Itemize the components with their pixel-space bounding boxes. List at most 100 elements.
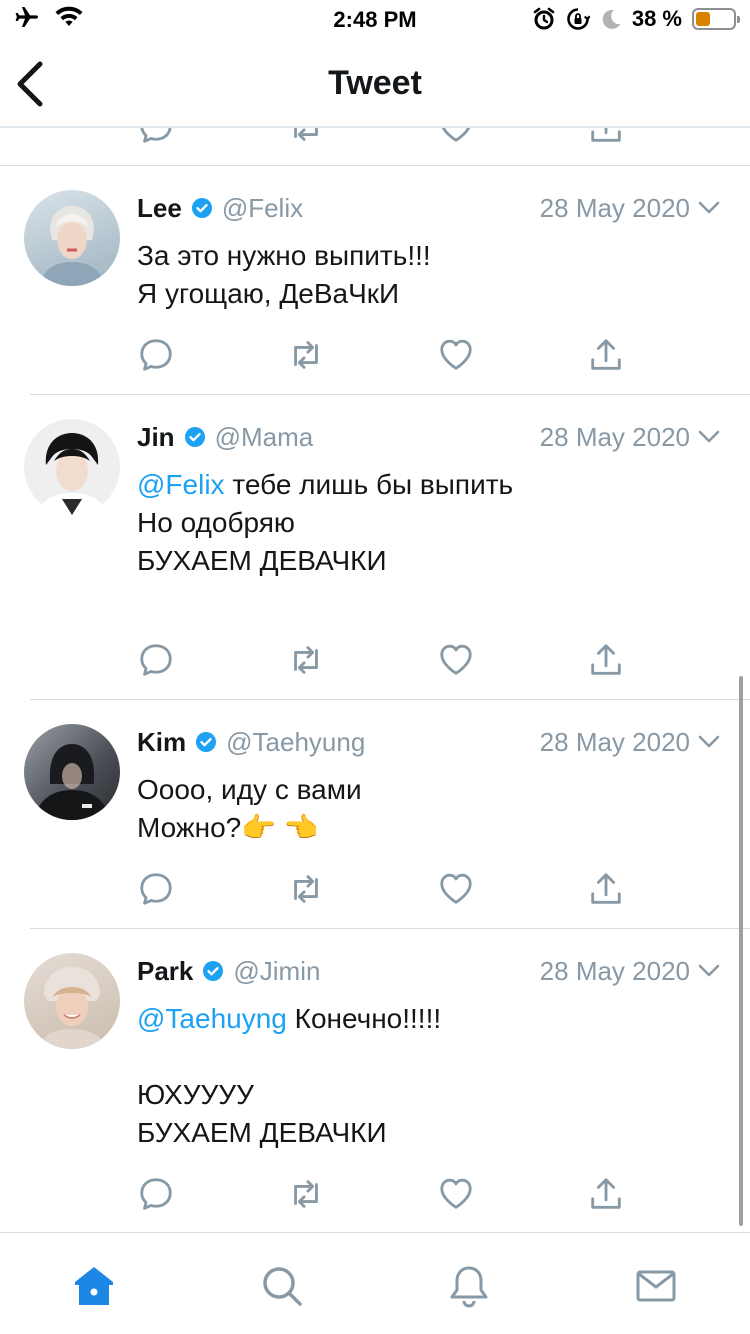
author-name[interactable]: Park bbox=[137, 956, 193, 987]
share-button[interactable] bbox=[587, 336, 627, 376]
bell-icon bbox=[450, 1266, 488, 1308]
previous-tweet-actions bbox=[0, 128, 750, 166]
share-icon bbox=[591, 1178, 621, 1209]
tweet-date: 28 May 2020 bbox=[539, 955, 690, 986]
share-icon bbox=[591, 339, 621, 370]
verified-badge-icon bbox=[203, 961, 224, 981]
tweet-header: Jin @Mama 28 May 2020 bbox=[137, 421, 722, 453]
author-name[interactable]: Jin bbox=[137, 422, 175, 453]
tweet-text: Оооо, иду с вами Можно?👉 👈 bbox=[137, 771, 720, 847]
like-button[interactable] bbox=[437, 128, 477, 148]
retweet-icon bbox=[294, 128, 318, 141]
share-button[interactable] bbox=[587, 641, 627, 681]
alarm-icon bbox=[533, 7, 555, 30]
tweet-text: @Taehuyng Конечно!!!!! ЮХУУУУ БУХАЕМ ДЕВ… bbox=[137, 1000, 720, 1152]
retweet-button[interactable] bbox=[287, 336, 327, 376]
mention-link[interactable]: @Felix bbox=[137, 469, 225, 500]
avatar-image bbox=[38, 967, 106, 1049]
retweet-button[interactable] bbox=[287, 1175, 327, 1215]
tweet-date: 28 May 2020 bbox=[539, 421, 690, 452]
heart-icon bbox=[441, 128, 471, 142]
tweet[interactable]: Kim @Taehyung 28 May 2020 Оооо, иду с ва… bbox=[0, 700, 750, 929]
scroll-indicator[interactable] bbox=[739, 676, 743, 1226]
tweet-date: 28 May 2020 bbox=[539, 726, 690, 757]
tweet-actions bbox=[137, 870, 637, 910]
heart-icon bbox=[440, 644, 472, 675]
avatar-image bbox=[40, 206, 104, 286]
verified-badge-icon bbox=[196, 732, 217, 752]
tweet[interactable]: Park @Jimin 28 May 2020 @Taehuyng Конечн… bbox=[0, 929, 750, 1232]
like-button[interactable] bbox=[437, 336, 477, 376]
tab-bar bbox=[0, 1232, 750, 1334]
reply-icon bbox=[140, 339, 172, 371]
retweet-icon bbox=[294, 341, 318, 369]
tweet-actions bbox=[137, 641, 637, 681]
share-icon bbox=[591, 644, 621, 675]
search-icon bbox=[263, 1267, 302, 1306]
share-icon bbox=[591, 128, 621, 142]
avatar-image bbox=[24, 419, 120, 515]
chevron-down-icon[interactable] bbox=[696, 424, 722, 450]
share-button[interactable] bbox=[587, 128, 627, 148]
reply-icon bbox=[140, 1178, 172, 1210]
home-icon bbox=[75, 1267, 113, 1305]
verified-badge-icon bbox=[191, 198, 212, 218]
tweet-text: @Felix тебе лишь бы выпить Но одобряю БУ… bbox=[137, 466, 720, 580]
reply-button[interactable] bbox=[137, 1175, 177, 1215]
reply-icon bbox=[140, 128, 172, 143]
reply-button[interactable] bbox=[137, 336, 177, 376]
mail-icon bbox=[636, 1270, 676, 1302]
reply-icon bbox=[140, 644, 172, 676]
tab-notifications[interactable] bbox=[446, 1263, 492, 1309]
author-handle[interactable]: @Mama bbox=[215, 422, 314, 453]
avatar[interactable] bbox=[24, 419, 120, 515]
mention-link[interactable]: @Taehuyng bbox=[137, 1003, 287, 1034]
avatar[interactable] bbox=[24, 953, 120, 1049]
tweet-text: За это нужно выпить!!! Я угощаю, ДеВаЧкИ bbox=[137, 237, 720, 313]
reply-button[interactable] bbox=[137, 128, 177, 148]
author-name[interactable]: Kim bbox=[137, 727, 186, 758]
status-right: 38 % bbox=[532, 6, 740, 32]
moon-icon bbox=[602, 9, 621, 29]
battery-percent: 38 % bbox=[631, 6, 682, 31]
retweet-icon bbox=[294, 646, 318, 674]
tweet-date: 28 May 2020 bbox=[539, 192, 690, 223]
like-button[interactable] bbox=[437, 1175, 477, 1215]
retweet-icon bbox=[294, 875, 318, 903]
author-handle[interactable]: @Felix bbox=[222, 193, 303, 224]
share-button[interactable] bbox=[587, 1175, 627, 1215]
tab-messages[interactable] bbox=[633, 1263, 679, 1309]
tab-home[interactable] bbox=[71, 1263, 117, 1309]
avatar[interactable] bbox=[24, 190, 120, 286]
author-handle[interactable]: @Jimin bbox=[233, 956, 320, 987]
tweet-actions bbox=[137, 1175, 637, 1215]
chevron-down-icon[interactable] bbox=[696, 729, 722, 755]
tab-search[interactable] bbox=[259, 1263, 305, 1309]
battery-level bbox=[696, 12, 710, 26]
author-handle[interactable]: @Taehyung bbox=[226, 727, 365, 758]
reply-icon bbox=[140, 873, 172, 905]
nav-bar: Tweet bbox=[0, 40, 750, 128]
retweet-button[interactable] bbox=[287, 641, 327, 681]
orientation-lock-icon bbox=[567, 8, 590, 30]
avatar[interactable] bbox=[24, 724, 120, 820]
chevron-down-icon[interactable] bbox=[696, 195, 722, 221]
author-name[interactable]: Lee bbox=[137, 193, 182, 224]
tweet-header: Lee @Felix 28 May 2020 bbox=[137, 192, 722, 224]
reply-button[interactable] bbox=[137, 870, 177, 910]
verified-badge-icon bbox=[184, 427, 205, 447]
share-icon bbox=[591, 873, 621, 904]
like-button[interactable] bbox=[437, 641, 477, 681]
tweet[interactable]: Lee @Felix 28 May 2020 За это нужно выпи… bbox=[0, 166, 750, 395]
heart-icon bbox=[440, 339, 472, 370]
retweet-button[interactable] bbox=[287, 870, 327, 910]
heart-icon bbox=[440, 1178, 472, 1209]
tweet-header: Park @Jimin 28 May 2020 bbox=[137, 955, 722, 987]
page-title: Tweet bbox=[328, 64, 422, 102]
tweet[interactable]: Jin @Mama 28 May 2020 @Felix тебе лишь б… bbox=[0, 395, 750, 700]
chevron-down-icon[interactable] bbox=[696, 958, 722, 984]
like-button[interactable] bbox=[437, 870, 477, 910]
retweet-button[interactable] bbox=[287, 128, 327, 148]
share-button[interactable] bbox=[587, 870, 627, 910]
reply-button[interactable] bbox=[137, 641, 177, 681]
